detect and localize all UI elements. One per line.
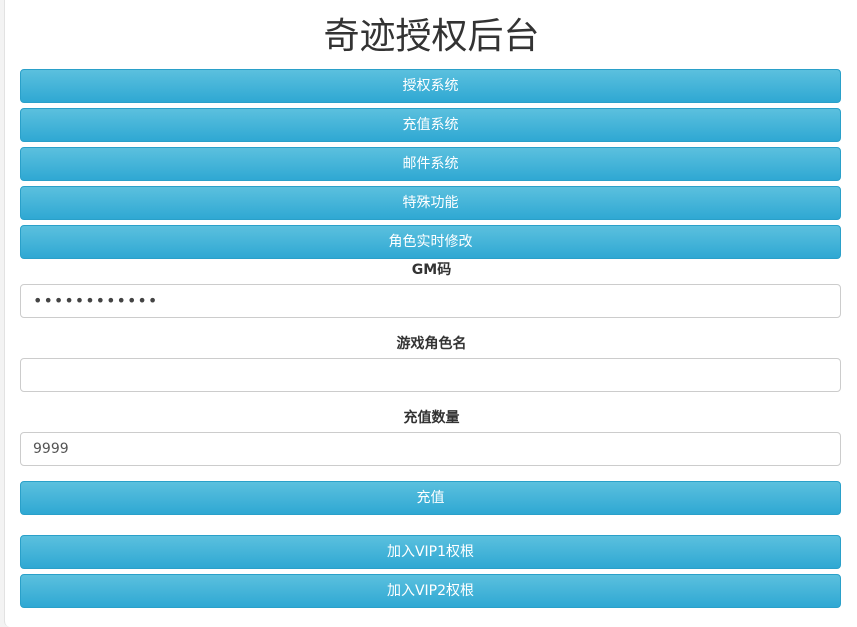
- add-vip2-button[interactable]: 加入VIP2权根: [20, 574, 841, 608]
- gm-code-field[interactable]: ••••••••••••: [20, 284, 841, 318]
- page-title: 奇迹授权后台: [323, 16, 540, 57]
- main-panel: 奇迹授权后台 授权系统 充值系统 邮件系统 特殊功能 角色实时修改 GM码 ••…: [4, 0, 857, 627]
- gm-code-value: ••••••••••••: [33, 291, 159, 310]
- menu-button-recharge[interactable]: 充值系统: [20, 108, 841, 142]
- role-name-field[interactable]: [20, 358, 841, 392]
- gm-code-label: GM码: [411, 262, 452, 278]
- recharge-submit-button[interactable]: 充值: [20, 481, 841, 515]
- amount-value: 9999: [33, 441, 69, 457]
- amount-field[interactable]: 9999: [20, 432, 841, 466]
- menu-button-role-edit[interactable]: 角色实时修改: [20, 225, 841, 259]
- add-vip1-button[interactable]: 加入VIP1权根: [20, 535, 841, 569]
- amount-label: 充值数量: [403, 410, 460, 426]
- role-name-label: 游戏角色名: [396, 336, 467, 352]
- menu-button-mail[interactable]: 邮件系统: [20, 147, 841, 181]
- menu-button-special[interactable]: 特殊功能: [20, 186, 841, 220]
- menu-button-auth[interactable]: 授权系统: [20, 69, 841, 103]
